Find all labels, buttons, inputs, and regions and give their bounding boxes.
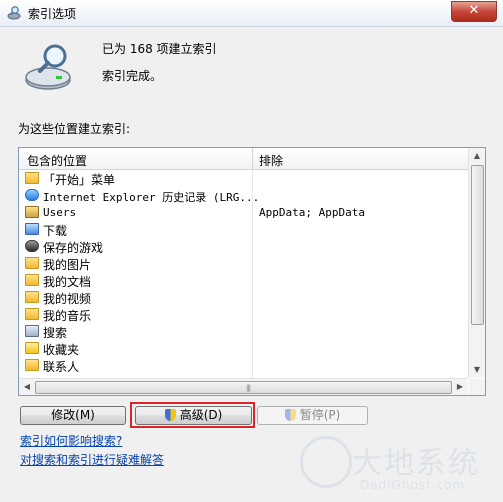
searches-folder-icon bbox=[25, 325, 39, 337]
list-item[interactable]: Users AppData; AppData bbox=[19, 204, 468, 221]
list-item[interactable]: 收藏夹 bbox=[19, 340, 468, 357]
scroll-grip-icon: ||| bbox=[246, 384, 251, 392]
exclude-value: AppData; AppData bbox=[259, 206, 365, 219]
location-name: 收藏夹 bbox=[43, 343, 80, 357]
watermark-logo-icon bbox=[300, 436, 352, 488]
list-item[interactable]: 搜索 bbox=[19, 323, 468, 340]
location-name: 我的图片 bbox=[43, 258, 92, 272]
list-item[interactable]: 我的视频 bbox=[19, 289, 468, 306]
location-name: 保存的游戏 bbox=[43, 241, 104, 255]
pause-button-label: 暂停(P) bbox=[299, 408, 341, 422]
modify-button[interactable]: 修改(M) bbox=[20, 406, 126, 425]
how-indexing-affects-search-link[interactable]: 索引如何影响搜索? bbox=[20, 432, 122, 449]
favorites-folder-icon bbox=[25, 342, 39, 354]
start-menu-folder-icon bbox=[25, 172, 39, 184]
list-item[interactable]: Internet Explorer 历史记录 (LRG... bbox=[19, 187, 468, 204]
column-header-exclude[interactable]: 排除 bbox=[259, 152, 283, 169]
users-folder-icon bbox=[25, 206, 39, 218]
scroll-right-arrow-icon[interactable]: ▶ bbox=[452, 379, 468, 395]
vertical-scrollbar[interactable]: ▲ ▼ bbox=[468, 148, 485, 378]
scroll-left-arrow-icon[interactable]: ◀ bbox=[19, 379, 35, 395]
location-name: 我的音乐 bbox=[43, 309, 92, 323]
watermark-text-en: DadiGhost.com bbox=[360, 478, 466, 492]
location-name: 我的文档 bbox=[43, 275, 92, 289]
list-item[interactable]: 我的文档 bbox=[19, 272, 468, 289]
list-item[interactable]: 保存的游戏 bbox=[19, 238, 468, 255]
list-item[interactable]: 联系人 bbox=[19, 357, 468, 374]
locations-section-label: 为这些位置建立索引: bbox=[18, 122, 131, 136]
close-icon: ✕ bbox=[468, 3, 480, 18]
scrollbar-corner bbox=[469, 379, 485, 395]
indexing-state-text: 索引完成。 bbox=[102, 69, 163, 83]
location-name: Internet Explorer 历史记录 (LRG... bbox=[43, 191, 260, 204]
list-item[interactable]: 下载 bbox=[19, 221, 468, 238]
watermark: 大地系统 DadiGhost.com bbox=[300, 436, 500, 500]
list-rows: 「开始」菜单 Internet Explorer 历史记录 (LRG... Us… bbox=[19, 170, 468, 374]
title-bar: 索引选项 ✕ bbox=[0, 0, 503, 27]
location-name: 我的视频 bbox=[43, 292, 92, 306]
watermark-text-cn: 大地系统 bbox=[352, 446, 480, 481]
scroll-up-arrow-icon[interactable]: ▲ bbox=[469, 148, 485, 164]
column-header-included-locations[interactable]: 包含的位置 bbox=[27, 152, 87, 169]
documents-folder-icon bbox=[25, 274, 39, 286]
close-button[interactable]: ✕ bbox=[451, 1, 497, 22]
list-item[interactable]: 我的音乐 bbox=[19, 306, 468, 323]
indexed-count-text: 已为 168 项建立索引 bbox=[102, 42, 217, 56]
horizontal-scrollbar[interactable]: ◀ ||| ▶ bbox=[19, 378, 468, 395]
list-item[interactable]: 我的图片 bbox=[19, 255, 468, 272]
indexed-locations-list[interactable]: 包含的位置 排除 「开始」菜单 Internet Explorer 历史记录 (… bbox=[18, 147, 486, 396]
location-name: 联系人 bbox=[43, 360, 80, 374]
list-item[interactable]: 「开始」菜单 bbox=[19, 170, 468, 187]
column-divider[interactable] bbox=[252, 148, 253, 169]
location-name: 「开始」菜单 bbox=[43, 173, 116, 187]
horizontal-scroll-thumb[interactable]: ||| bbox=[35, 381, 452, 394]
scroll-down-arrow-icon[interactable]: ▼ bbox=[469, 362, 485, 378]
list-header: 包含的位置 排除 bbox=[19, 148, 468, 170]
location-name: 下载 bbox=[43, 224, 68, 238]
pause-button: 暂停(P) bbox=[257, 406, 368, 425]
troubleshoot-search-indexing-link[interactable]: 对搜索和索引进行疑难解答 bbox=[20, 451, 164, 468]
location-name: 搜索 bbox=[43, 326, 68, 340]
videos-folder-icon bbox=[25, 291, 39, 303]
uac-shield-icon bbox=[284, 409, 296, 421]
internet-explorer-icon bbox=[25, 189, 39, 201]
indexing-options-icon bbox=[7, 6, 21, 20]
downloads-folder-icon bbox=[25, 223, 39, 235]
indexing-status-icon bbox=[25, 44, 71, 90]
location-name: Users bbox=[43, 206, 77, 219]
advanced-button-highlight bbox=[130, 402, 255, 428]
window-title: 索引选项 bbox=[28, 7, 77, 21]
music-folder-icon bbox=[25, 308, 39, 320]
saved-games-icon bbox=[25, 240, 39, 252]
pictures-folder-icon bbox=[25, 257, 39, 269]
vertical-scroll-thumb[interactable] bbox=[471, 165, 484, 325]
contacts-folder-icon bbox=[25, 359, 39, 371]
